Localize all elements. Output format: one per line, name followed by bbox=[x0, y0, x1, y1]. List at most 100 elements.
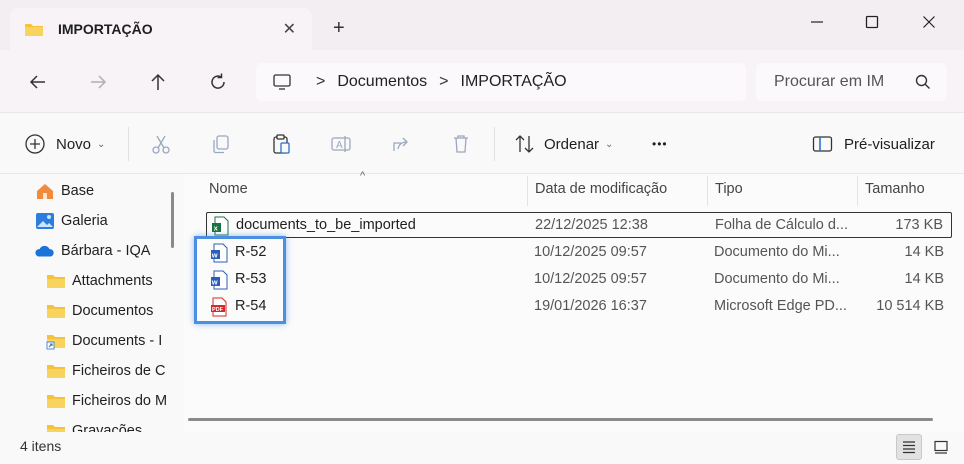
folder-icon bbox=[25, 24, 43, 36]
sidebar-item-documentos[interactable]: Documentos bbox=[46, 299, 153, 323]
file-modified: 10/12/2025 09:57 bbox=[534, 244, 647, 260]
trash-icon bbox=[454, 135, 468, 153]
breadcrumb-documentos[interactable]: Documentos bbox=[337, 73, 427, 91]
close-window-button[interactable] bbox=[906, 8, 952, 36]
refresh-button[interactable] bbox=[206, 70, 230, 94]
share-button[interactable] bbox=[390, 131, 412, 157]
svg-text:A: A bbox=[336, 140, 343, 151]
column-header-name[interactable]: Nome bbox=[209, 174, 248, 204]
paste-button[interactable] bbox=[270, 131, 292, 157]
horizontal-scrollbar[interactable] bbox=[188, 418, 933, 421]
gallery-icon bbox=[36, 213, 54, 229]
file-type: Microsoft Edge PD... bbox=[714, 298, 847, 314]
breadcrumb-importacao[interactable]: IMPORTAÇÃO bbox=[461, 73, 567, 91]
tab-title: IMPORTAÇÃO bbox=[58, 21, 153, 37]
column-header-modified[interactable]: Data de modificação bbox=[535, 174, 667, 204]
breadcrumb-separator[interactable]: > bbox=[439, 73, 448, 91]
sidebar-item-label: Documents - I bbox=[72, 333, 163, 349]
maximize-icon bbox=[865, 15, 879, 29]
folder-icon bbox=[47, 365, 65, 378]
sort-icon bbox=[515, 135, 534, 153]
column-header-size[interactable]: Tamanho bbox=[865, 174, 925, 204]
copy-icon bbox=[213, 135, 229, 154]
forward-button[interactable] bbox=[86, 70, 110, 94]
sidebar-item-label: Galeria bbox=[61, 213, 108, 229]
sidebar-item-base[interactable]: Base bbox=[35, 179, 94, 203]
clipboard-icon bbox=[273, 134, 290, 154]
preview-pane-button[interactable]: Pré-visualizar bbox=[812, 131, 935, 157]
sort-ascending-icon: ^ bbox=[360, 170, 366, 182]
status-bar: 4 itens bbox=[0, 432, 964, 464]
new-button-label: Novo bbox=[56, 135, 92, 153]
arrow-up-icon bbox=[151, 73, 165, 90]
sidebar-item-ficheiros-c[interactable]: Ficheiros de C bbox=[46, 359, 165, 383]
sidebar-item-attachments[interactable]: Attachments bbox=[46, 269, 153, 293]
folder-icon bbox=[47, 395, 65, 408]
column-divider[interactable] bbox=[527, 176, 528, 206]
folder-shortcut-icon bbox=[46, 335, 65, 350]
sidebar-item-gravacoes[interactable]: Gravações bbox=[46, 419, 142, 432]
file-modified: 19/01/2026 16:37 bbox=[534, 298, 647, 314]
sidebar-item-label: Ficheiros de C bbox=[72, 363, 166, 379]
address-bar[interactable]: > Documentos > IMPORTAÇÃO bbox=[256, 63, 746, 101]
sort-button[interactable]: Ordenar ⌄ bbox=[514, 131, 613, 157]
maximize-button[interactable] bbox=[849, 8, 895, 36]
search-placeholder: Procurar em IM bbox=[774, 73, 885, 90]
sidebar-item-galeria[interactable]: Galeria bbox=[35, 209, 108, 233]
table-row[interactable]: x documents_to_be_imported 22/12/2025 12… bbox=[206, 212, 952, 238]
selection-highlight-box bbox=[194, 236, 286, 324]
onedrive-cloud-icon bbox=[35, 245, 54, 257]
computer-icon bbox=[273, 74, 291, 90]
back-button[interactable] bbox=[26, 70, 50, 94]
more-options-button[interactable]: ••• bbox=[652, 131, 668, 157]
column-divider[interactable] bbox=[857, 176, 858, 206]
new-tab-button[interactable]: + bbox=[333, 18, 345, 38]
up-button[interactable] bbox=[146, 70, 170, 94]
rename-button[interactable]: A bbox=[330, 131, 352, 157]
column-header-type[interactable]: Tipo bbox=[715, 174, 743, 204]
close-icon bbox=[923, 16, 935, 28]
sidebar-item-documents-shortcut[interactable]: Documents - I bbox=[46, 329, 162, 353]
address-row: > Documentos > IMPORTAÇÃO Procurar em IM bbox=[0, 50, 964, 112]
sidebar-item-label: Base bbox=[61, 183, 95, 199]
cut-button[interactable] bbox=[150, 131, 172, 157]
file-modified: 22/12/2025 12:38 bbox=[535, 217, 648, 233]
file-size: 14 KB bbox=[904, 271, 945, 287]
tab-importacao[interactable]: IMPORTAÇÃO ✕ bbox=[10, 8, 312, 50]
file-name: documents_to_be_imported bbox=[236, 217, 416, 233]
tiles-view-button[interactable] bbox=[928, 434, 954, 460]
refresh-icon bbox=[211, 73, 225, 89]
table-row[interactable]: PDF R-54 19/01/2026 16:37 Microsoft Edge… bbox=[206, 294, 952, 320]
chevron-down-icon: ⌄ bbox=[605, 138, 614, 150]
table-row[interactable]: w R-53 10/12/2025 09:57 Documento do Mi.… bbox=[206, 267, 952, 293]
sidebar-item-label: Documentos bbox=[72, 303, 154, 319]
breadcrumb-separator[interactable]: > bbox=[316, 73, 325, 91]
sidebar-scrollbar[interactable] bbox=[171, 192, 174, 248]
preview-pane-icon bbox=[812, 136, 833, 152]
sidebar-item-label: Ficheiros do M bbox=[72, 393, 168, 409]
copy-button[interactable] bbox=[210, 131, 232, 157]
minimize-button[interactable] bbox=[794, 8, 840, 36]
delete-button[interactable] bbox=[450, 131, 472, 157]
file-type: Documento do Mi... bbox=[714, 244, 840, 260]
plus-circle-icon bbox=[25, 134, 45, 154]
sort-button-label: Ordenar bbox=[544, 135, 600, 153]
details-view-button[interactable] bbox=[896, 434, 922, 460]
sidebar-item-ficheiros-m[interactable]: Ficheiros do M bbox=[46, 389, 167, 413]
search-input[interactable]: Procurar em IM bbox=[756, 63, 947, 101]
file-list: ^ Nome Data de modificação Tipo Tamanho … bbox=[184, 170, 964, 432]
column-divider[interactable] bbox=[707, 176, 708, 206]
sidebar-item-onedrive[interactable]: Bárbara - IQA bbox=[35, 239, 150, 263]
file-size: 14 KB bbox=[904, 244, 945, 260]
sidebar-item-label: Attachments bbox=[72, 273, 153, 289]
file-type: Folha de Cálculo d... bbox=[715, 217, 848, 233]
toolbar-divider bbox=[494, 127, 495, 161]
tab-close-button[interactable]: ✕ bbox=[283, 19, 296, 39]
new-button[interactable]: Novo ⌄ bbox=[24, 131, 105, 157]
chevron-down-icon: ⌄ bbox=[97, 138, 106, 150]
share-icon bbox=[393, 137, 408, 151]
minimize-icon bbox=[811, 21, 823, 23]
details-view-icon bbox=[903, 441, 915, 454]
home-icon bbox=[37, 184, 53, 199]
table-row[interactable]: w R-52 10/12/2025 09:57 Documento do Mi.… bbox=[206, 240, 952, 266]
